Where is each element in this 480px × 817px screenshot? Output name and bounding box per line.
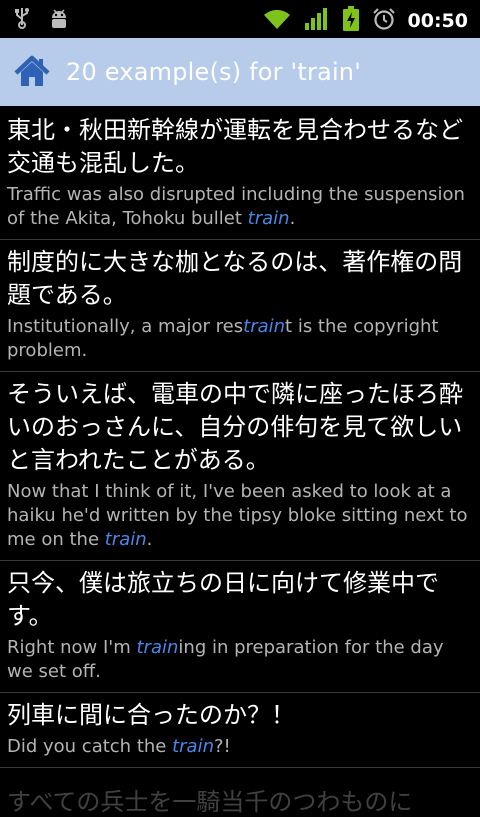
example-japanese: 列車に間に合ったのか？！ xyxy=(7,701,295,729)
example-english: Right now I'm training in preparation fo… xyxy=(7,637,444,682)
example-english: Did you catch the train?! xyxy=(7,736,231,757)
battery-charging-icon xyxy=(342,6,360,36)
example-english: Traffic was also disrupted including the… xyxy=(7,184,465,229)
title-bar: 20 example(s) for 'train' xyxy=(0,38,480,106)
home-icon[interactable] xyxy=(12,52,52,92)
example-item[interactable]: 制度的に大きな枷となるのは、著作権の問題である。 Institutionally… xyxy=(0,240,480,372)
match-highlight: train xyxy=(247,208,290,229)
example-japanese: そういえば、電車の中で隣に座ったほろ酔いのおっさんに、自分の俳句を見て欲しいと言… xyxy=(7,380,463,474)
example-item[interactable]: 只今、僕は旅立ちの日に向けて修業中です。 Right now I'm train… xyxy=(0,561,480,693)
example-japanese: 東北・秋田新幹線が運転を見合わせるなど交通も混乱した。 xyxy=(7,116,463,177)
example-item[interactable]: 列車に間に合ったのか？！ Did you catch the train?! xyxy=(0,693,480,768)
android-debug-icon xyxy=(48,7,70,33)
example-item[interactable]: 東北・秋田新幹線が運転を見合わせるなど交通も混乱した。 Traffic was … xyxy=(0,108,480,240)
match-highlight: train xyxy=(104,529,147,550)
example-english: Now that I think of it, I've been asked … xyxy=(7,481,468,550)
alarm-icon xyxy=(372,7,396,35)
page-title: 20 example(s) for 'train' xyxy=(66,58,362,86)
usb-icon xyxy=(14,7,30,33)
examples-list: 東北・秋田新幹線が運転を見合わせるなど交通も混乱した。 Traffic was … xyxy=(0,108,480,768)
example-item[interactable]: そういえば、電車の中で隣に座ったほろ酔いのおっさんに、自分の俳句を見て欲しいと言… xyxy=(0,372,480,561)
status-clock: 00:50 xyxy=(407,10,468,32)
signal-icon xyxy=(304,7,330,35)
wifi-icon xyxy=(262,7,292,35)
match-highlight: train xyxy=(172,736,214,757)
match-highlight: train xyxy=(243,316,286,337)
match-highlight: train xyxy=(136,637,179,658)
example-japanese: 制度的に大きな枷となるのは、著作権の問題である。 xyxy=(7,248,463,309)
example-japanese: 只今、僕は旅立ちの日に向けて修業中です。 xyxy=(7,569,439,630)
example-english: Institutionally, a major restraint is th… xyxy=(7,316,439,361)
status-bar: 00:50 xyxy=(0,0,480,38)
